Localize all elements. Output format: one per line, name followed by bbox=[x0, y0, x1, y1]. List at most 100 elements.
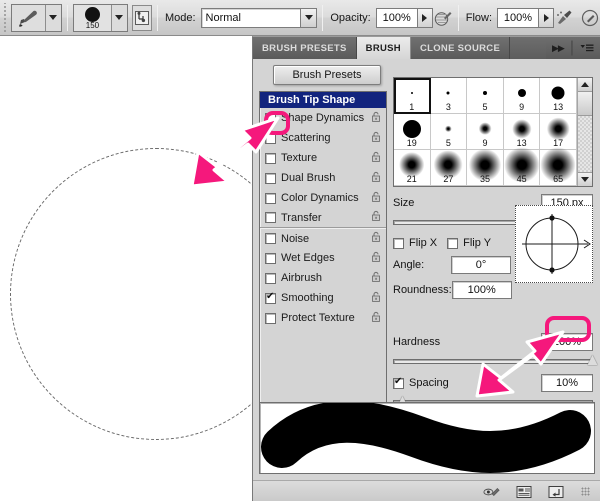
lock-unlocked-icon[interactable] bbox=[370, 311, 382, 326]
brush-tip-cell[interactable]: 35 bbox=[467, 148, 504, 186]
angle-roundness-preview[interactable] bbox=[515, 205, 593, 283]
resize-grip-icon[interactable] bbox=[581, 487, 590, 496]
brush-tip-cell[interactable]: 21 bbox=[394, 150, 431, 186]
brush-preset-thumbnail[interactable]: 150 bbox=[73, 4, 112, 31]
scrollbar-track[interactable] bbox=[578, 116, 592, 172]
panel-menu-icon[interactable] bbox=[580, 43, 594, 53]
brush-tip-cell[interactable]: 13 bbox=[503, 114, 541, 150]
roundness-value-field[interactable]: 100% bbox=[451, 281, 512, 299]
airbrush-icon[interactable] bbox=[554, 5, 574, 31]
brush-tip-cell[interactable]: 3 bbox=[430, 78, 468, 114]
option-label: Texture bbox=[281, 152, 318, 164]
brush-tip-thumbnail bbox=[445, 125, 452, 132]
blend-mode-value: Normal bbox=[205, 11, 241, 24]
lock-unlocked-icon[interactable] bbox=[370, 271, 382, 286]
pressure-opacity-icon[interactable] bbox=[433, 5, 453, 31]
brush-tip-cell[interactable]: 65 bbox=[540, 147, 577, 186]
lock-unlocked-icon[interactable] bbox=[370, 251, 382, 266]
brush-preset-dropdown[interactable] bbox=[111, 4, 127, 31]
opacity-label: Opacity: bbox=[330, 11, 371, 24]
brush-preset-dot-icon bbox=[84, 6, 100, 22]
spacing-checkbox[interactable]: Spacing bbox=[393, 376, 449, 389]
option-row-transfer[interactable]: Transfer bbox=[260, 208, 386, 228]
smoothing-checkbox[interactable] bbox=[265, 291, 276, 304]
brush-tip-size-label: 19 bbox=[406, 138, 417, 148]
wet-edges-checkbox[interactable] bbox=[265, 252, 276, 264]
brush-tip-cell[interactable]: 5 bbox=[467, 78, 504, 114]
chevron-down-icon[interactable] bbox=[300, 8, 317, 27]
brush-tip-cell[interactable]: 19 bbox=[394, 114, 431, 150]
noise-checkbox[interactable] bbox=[265, 233, 276, 244]
brush-tip-cell[interactable]: 1 bbox=[394, 78, 431, 114]
brush-tip-cell[interactable]: 45 bbox=[503, 147, 541, 186]
tool-preset-dropdown[interactable] bbox=[45, 4, 61, 31]
opacity-input[interactable]: 100% bbox=[375, 7, 433, 28]
tab-clone-source[interactable]: CLONE SOURCE bbox=[410, 37, 511, 59]
flip-y-checkbox[interactable]: Flip Y bbox=[447, 237, 491, 249]
lock-unlocked-icon[interactable] bbox=[370, 210, 382, 225]
toggle-brush-panel-icon[interactable] bbox=[131, 4, 152, 31]
chevron-down-icon bbox=[49, 15, 58, 20]
option-row-smoothing[interactable]: Smoothing bbox=[260, 288, 386, 308]
brush-presets-button[interactable]: Brush Presets bbox=[273, 65, 381, 85]
lock-unlocked-icon[interactable] bbox=[370, 191, 382, 206]
blend-mode-select[interactable]: Normal bbox=[200, 7, 318, 28]
option-row-wet-edges[interactable]: Wet Edges bbox=[260, 248, 386, 268]
lock-unlocked-icon[interactable] bbox=[370, 171, 382, 186]
lock-unlocked-icon[interactable] bbox=[370, 111, 382, 126]
brush-tip-size-label: 27 bbox=[443, 174, 454, 184]
option-label: Smoothing bbox=[281, 292, 334, 304]
tab-brush-presets[interactable]: BRUSH PRESETS bbox=[253, 37, 357, 59]
option-row-airbrush[interactable]: Airbrush bbox=[260, 268, 386, 288]
brush-tip-cell[interactable]: 5 bbox=[430, 114, 468, 150]
create-new-brush-icon[interactable] bbox=[547, 484, 565, 500]
brush-tip-cell[interactable]: 9 bbox=[503, 78, 541, 114]
brush-tip-thumbnail bbox=[482, 90, 487, 95]
open-preset-manager-icon[interactable] bbox=[515, 484, 533, 500]
transfer-checkbox[interactable] bbox=[265, 212, 276, 223]
lock-unlocked-icon[interactable] bbox=[370, 291, 382, 306]
brush-tip-thumbnail bbox=[517, 88, 526, 97]
panel-body: Brush Presets Brush Tip Shape Shape Dyna… bbox=[253, 59, 600, 501]
scroll-up-button[interactable] bbox=[578, 78, 592, 92]
brush-preset-size-label: 150 bbox=[85, 20, 100, 30]
mode-label: Mode: bbox=[164, 11, 196, 24]
airbrush-checkbox[interactable] bbox=[265, 272, 276, 284]
angle-label: Angle: bbox=[393, 259, 425, 271]
paintbrush-icon[interactable] bbox=[11, 4, 46, 31]
brush-tip-cell[interactable]: 17 bbox=[540, 114, 577, 150]
lock-unlocked-icon[interactable] bbox=[370, 151, 382, 166]
double-chevron-right-icon[interactable]: ▶▶ bbox=[552, 43, 565, 54]
canvas-area[interactable] bbox=[0, 36, 302, 501]
flow-stepper[interactable] bbox=[538, 8, 553, 27]
options-separator-1 bbox=[66, 4, 68, 31]
list-item-brush-tip-shape[interactable]: Brush Tip Shape bbox=[260, 92, 386, 108]
opacity-stepper[interactable] bbox=[416, 8, 432, 27]
brush-tip-grid[interactable]: 1 3 5 9 13 19 5 9 13 17 21 27 35 45 65 bbox=[393, 77, 593, 187]
tool-preset-picker[interactable] bbox=[10, 3, 62, 32]
angle-value-field[interactable]: 0° bbox=[451, 256, 511, 274]
scroll-down-button[interactable] bbox=[578, 172, 592, 186]
option-row-noise[interactable]: Noise bbox=[260, 228, 386, 248]
lock-unlocked-icon[interactable] bbox=[370, 131, 382, 146]
protect-texture-checkbox[interactable] bbox=[265, 312, 276, 324]
tab-brush[interactable]: BRUSH bbox=[356, 37, 411, 59]
brush-preset-picker[interactable]: 150 bbox=[72, 3, 128, 32]
brush-tip-cell[interactable]: 9 bbox=[467, 114, 504, 150]
option-row-protect-texture[interactable]: Protect Texture bbox=[260, 308, 386, 328]
brush-tip-cell[interactable]: 27 bbox=[430, 150, 468, 186]
brush-grid-scrollbar[interactable] bbox=[577, 78, 592, 186]
brush-tip-thumbnail bbox=[551, 86, 565, 100]
toggle-brush-preview-icon[interactable] bbox=[483, 484, 501, 500]
callout-arrow-shape-dynamics bbox=[190, 116, 280, 188]
hardness-slider-thumb[interactable] bbox=[588, 355, 599, 366]
flow-input[interactable]: 100% bbox=[497, 7, 554, 28]
scrollbar-thumb[interactable] bbox=[578, 92, 592, 116]
pressure-size-icon[interactable] bbox=[580, 5, 600, 31]
brush-tip-cell[interactable]: 13 bbox=[540, 78, 577, 114]
options-separator-4 bbox=[457, 4, 459, 31]
color-dynamics-checkbox[interactable] bbox=[265, 192, 276, 204]
lock-unlocked-icon[interactable] bbox=[370, 231, 382, 246]
options-bar-grip[interactable] bbox=[2, 2, 8, 33]
flip-x-checkbox[interactable]: Flip X bbox=[393, 237, 437, 249]
